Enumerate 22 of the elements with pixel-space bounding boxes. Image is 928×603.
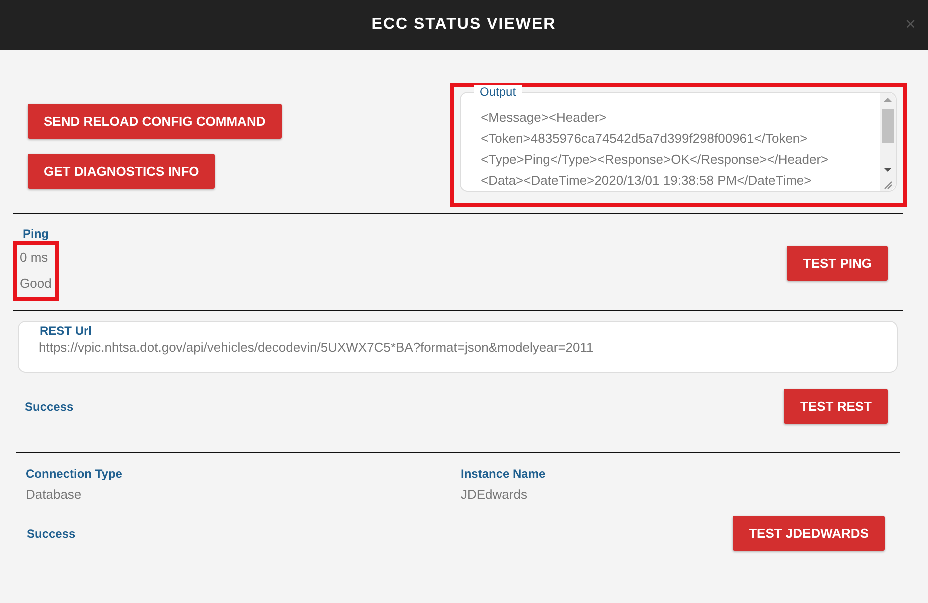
field-value: Database: [26, 487, 83, 502]
output-line: <Token>4835976ca74542d5a7d399f298f00961</Token>: [481, 130, 809, 148]
test-ping-button[interactable]: TEST PING: [787, 246, 888, 281]
field-value: JDEdwards: [461, 487, 528, 502]
test-rest-button[interactable]: TEST REST: [784, 389, 888, 424]
scrollbar[interactable]: [880, 93, 896, 191]
ping-time: 0 ms: [20, 248, 50, 266]
output-line: <Message><Header>: [481, 109, 608, 127]
output-line: <Type>Ping</Type><Response>OK</Response></Header>: [481, 151, 830, 169]
window-title: ECC STATUS VIEWER: [372, 16, 556, 34]
url-value: https://vpic.nhtsa.dot.gov/api/vehicles/decodevin/5UXWX7C5*BA?format=json&modelyear=2011: [39, 340, 594, 354]
ping-label: Ping: [22, 226, 50, 240]
field-label: Connection Type: [26, 467, 124, 481]
test-connection-button[interactable]: TEST JDEDWARDS: [733, 516, 885, 551]
field-label: Output: [474, 85, 522, 99]
output-line: <Data><DateTime>2020/13/01 19:38:58 PM</DateTime>: [481, 172, 813, 190]
ping-status: Good: [20, 274, 52, 292]
connection-status: Success: [27, 526, 76, 540]
rest-status: Success: [25, 400, 74, 414]
action-button[interactable]: SEND RELOAD CONFIG COMMAND: [28, 104, 282, 139]
field-label: Instance Name: [461, 467, 547, 481]
action-button[interactable]: GET DIAGNOSTICS INFO: [28, 154, 216, 189]
